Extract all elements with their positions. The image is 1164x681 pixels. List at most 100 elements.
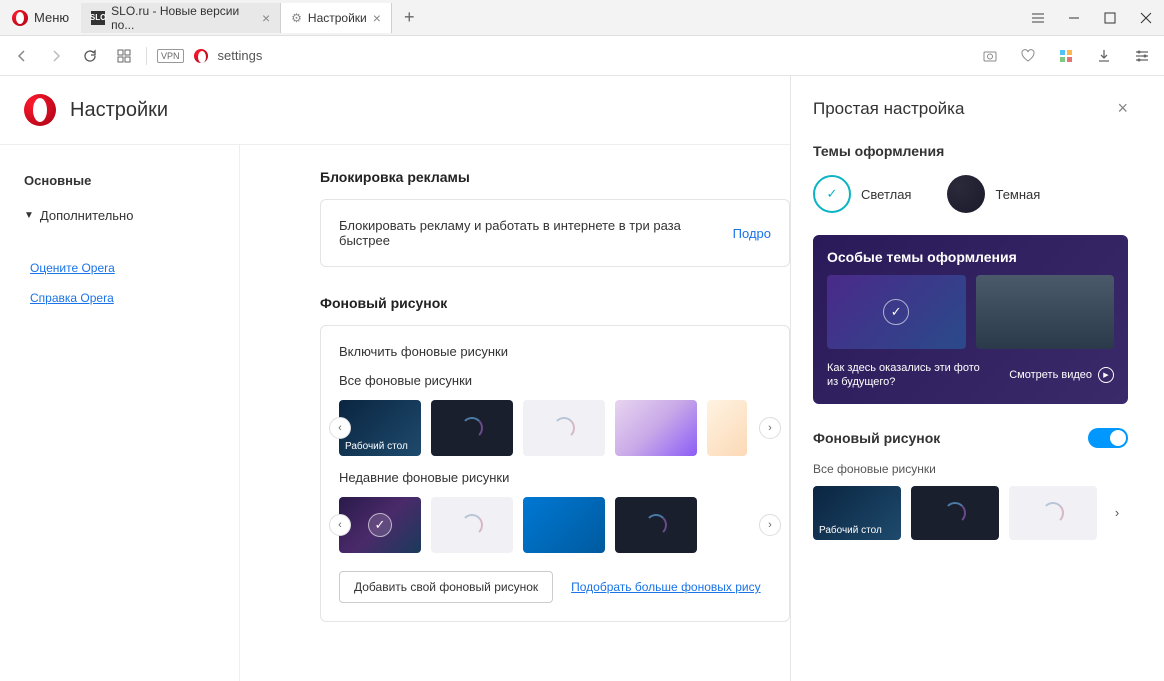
- reload-button[interactable]: [78, 44, 102, 68]
- address-bar[interactable]: settings: [218, 48, 968, 63]
- loading-spinner-icon: [553, 417, 575, 439]
- check-icon: ✓: [883, 299, 909, 325]
- wallpaper-thumb-selected[interactable]: ✓: [339, 497, 421, 553]
- all-wallpapers-row: ‹ Рабочий стол ›: [339, 400, 771, 456]
- loading-spinner-icon: [1042, 502, 1064, 524]
- thumb-label: Рабочий стол: [345, 441, 415, 452]
- watch-video-link[interactable]: Смотреть видео ▶: [1009, 367, 1114, 383]
- wallpaper-thumb[interactable]: [707, 400, 747, 456]
- easy-setup-icon[interactable]: [1130, 44, 1154, 68]
- wallpaper-thumb-desktop[interactable]: Рабочий стол: [813, 486, 901, 540]
- easy-setup-icon[interactable]: [1020, 0, 1056, 36]
- content: Настройки Основные ▼ Дополнительно Оцени…: [0, 76, 1164, 681]
- menu-label: Меню: [34, 10, 69, 25]
- settings-main: Блокировка рекламы Блокировать рекламу и…: [240, 145, 790, 681]
- theme-label: Светлая: [861, 187, 911, 202]
- more-wallpapers-link[interactable]: Подобрать больше фоновых рису: [571, 580, 760, 594]
- chevron-left-icon[interactable]: ‹: [329, 514, 351, 536]
- wallpaper-thumb-desktop[interactable]: Рабочий стол: [339, 400, 421, 456]
- separator: [146, 47, 147, 65]
- promo-theme-city[interactable]: ✓: [827, 275, 966, 349]
- theme-dark-icon: [947, 175, 985, 213]
- wallpaper-thumb[interactable]: [523, 497, 605, 553]
- wallpaper-thumb[interactable]: [1009, 486, 1097, 540]
- download-icon[interactable]: [1092, 44, 1116, 68]
- wallpaper-toggle[interactable]: [1088, 428, 1128, 448]
- wallpaper-thumb[interactable]: [431, 497, 513, 553]
- promo-title: Особые темы оформления: [827, 249, 1114, 265]
- left-column: Настройки Основные ▼ Дополнительно Оцени…: [0, 76, 790, 681]
- titlebar: Меню SLO SLO.ru - Новые версии по... × ⚙…: [0, 0, 1164, 36]
- special-themes-promo: Особые темы оформления ✓ Как здесь оказа…: [813, 235, 1128, 404]
- chevron-right-icon[interactable]: ›: [1107, 503, 1127, 523]
- minimize-button[interactable]: [1056, 0, 1092, 36]
- chevron-left-icon[interactable]: ‹: [329, 417, 351, 439]
- sidebar-link-help[interactable]: Справка Opera: [0, 283, 239, 313]
- theme-dark[interactable]: Темная: [947, 175, 1040, 213]
- chevron-right-icon[interactable]: ›: [759, 514, 781, 536]
- wallpaper-thumb[interactable]: [523, 400, 605, 456]
- speed-dial-icon[interactable]: [112, 44, 136, 68]
- window-controls: [1020, 0, 1164, 36]
- toolbar: VPN settings: [0, 36, 1164, 76]
- sidebar-link-rate[interactable]: Оцените Opera: [0, 253, 239, 283]
- close-icon[interactable]: ×: [262, 10, 270, 26]
- panel-title: Простая настройка: [813, 99, 964, 119]
- maximize-button[interactable]: [1092, 0, 1128, 36]
- add-wallpaper-button[interactable]: Добавить свой фоновый рисунок: [339, 571, 553, 603]
- menu-button[interactable]: Меню: [0, 0, 81, 35]
- check-icon: ✓: [368, 513, 392, 537]
- panel-bg-title: Фоновый рисунок: [813, 430, 940, 446]
- panel-all-wallpapers-label: Все фоновые рисунки: [813, 462, 1128, 476]
- opera-logo-icon: [12, 10, 28, 26]
- close-icon[interactable]: ×: [1117, 98, 1128, 119]
- chevron-right-icon[interactable]: ›: [759, 417, 781, 439]
- panel-wallpapers-row: Рабочий стол ›: [813, 486, 1128, 540]
- tab-label: Настройки: [308, 11, 367, 25]
- section-wallpaper: Фоновый рисунок Включить фоновые рисунки…: [320, 295, 790, 622]
- themes-title: Темы оформления: [813, 143, 1128, 159]
- video-label: Смотреть видео: [1009, 369, 1092, 381]
- theme-light[interactable]: ✓ Светлая: [813, 175, 911, 213]
- favicon-icon: SLO: [91, 11, 105, 25]
- wallpaper-card: Включить фоновые рисунки Все фоновые рис…: [320, 325, 790, 622]
- close-icon[interactable]: ×: [373, 10, 381, 26]
- loading-spinner-icon: [645, 514, 667, 536]
- wallpaper-thumb[interactable]: [615, 497, 697, 553]
- back-button[interactable]: [10, 44, 34, 68]
- play-icon: ▶: [1098, 367, 1114, 383]
- promo-theme-fog[interactable]: [976, 275, 1115, 349]
- adblock-text: Блокировать рекламу и работать в интерне…: [339, 218, 729, 248]
- snapshot-icon[interactable]: [978, 44, 1002, 68]
- all-wallpapers-label: Все фоновые рисунки: [339, 373, 771, 388]
- settings-header: Настройки: [0, 76, 790, 145]
- thumb-label: Рабочий стол: [819, 525, 895, 536]
- section-title: Фоновый рисунок: [320, 295, 790, 311]
- tab-label: SLO.ru - Новые версии по...: [111, 4, 256, 32]
- sidebar-item-advanced[interactable]: ▼ Дополнительно: [0, 198, 239, 233]
- tab-slo[interactable]: SLO SLO.ru - Новые версии по... ×: [81, 3, 281, 33]
- adblock-card: Блокировать рекламу и работать в интерне…: [320, 199, 790, 267]
- new-tab-button[interactable]: +: [392, 7, 427, 28]
- adblock-link[interactable]: Подро: [733, 226, 771, 241]
- section-title: Блокировка рекламы: [320, 169, 790, 185]
- promo-question: Как здесь оказались эти фото из будущего…: [827, 361, 987, 390]
- sidebar: Основные ▼ Дополнительно Оцените Opera С…: [0, 145, 240, 681]
- section-adblock: Блокировка рекламы Блокировать рекламу и…: [320, 169, 790, 267]
- tab-settings[interactable]: ⚙ Настройки ×: [281, 3, 392, 33]
- forward-button[interactable]: [44, 44, 68, 68]
- vpn-badge[interactable]: VPN: [157, 49, 184, 63]
- wallpaper-thumb[interactable]: [615, 400, 697, 456]
- extensions-icon[interactable]: [1054, 44, 1078, 68]
- sidebar-item-basic[interactable]: Основные: [0, 163, 239, 198]
- wallpaper-thumb[interactable]: [911, 486, 999, 540]
- loading-spinner-icon: [944, 502, 966, 524]
- heart-icon[interactable]: [1016, 44, 1040, 68]
- gear-icon: ⚙: [291, 11, 302, 25]
- loading-spinner-icon: [461, 417, 483, 439]
- page-title: Настройки: [70, 99, 168, 122]
- wallpaper-thumb[interactable]: [431, 400, 513, 456]
- enable-wallpaper-row[interactable]: Включить фоновые рисунки: [339, 344, 771, 359]
- site-identity-icon[interactable]: [194, 49, 208, 63]
- close-button[interactable]: [1128, 0, 1164, 36]
